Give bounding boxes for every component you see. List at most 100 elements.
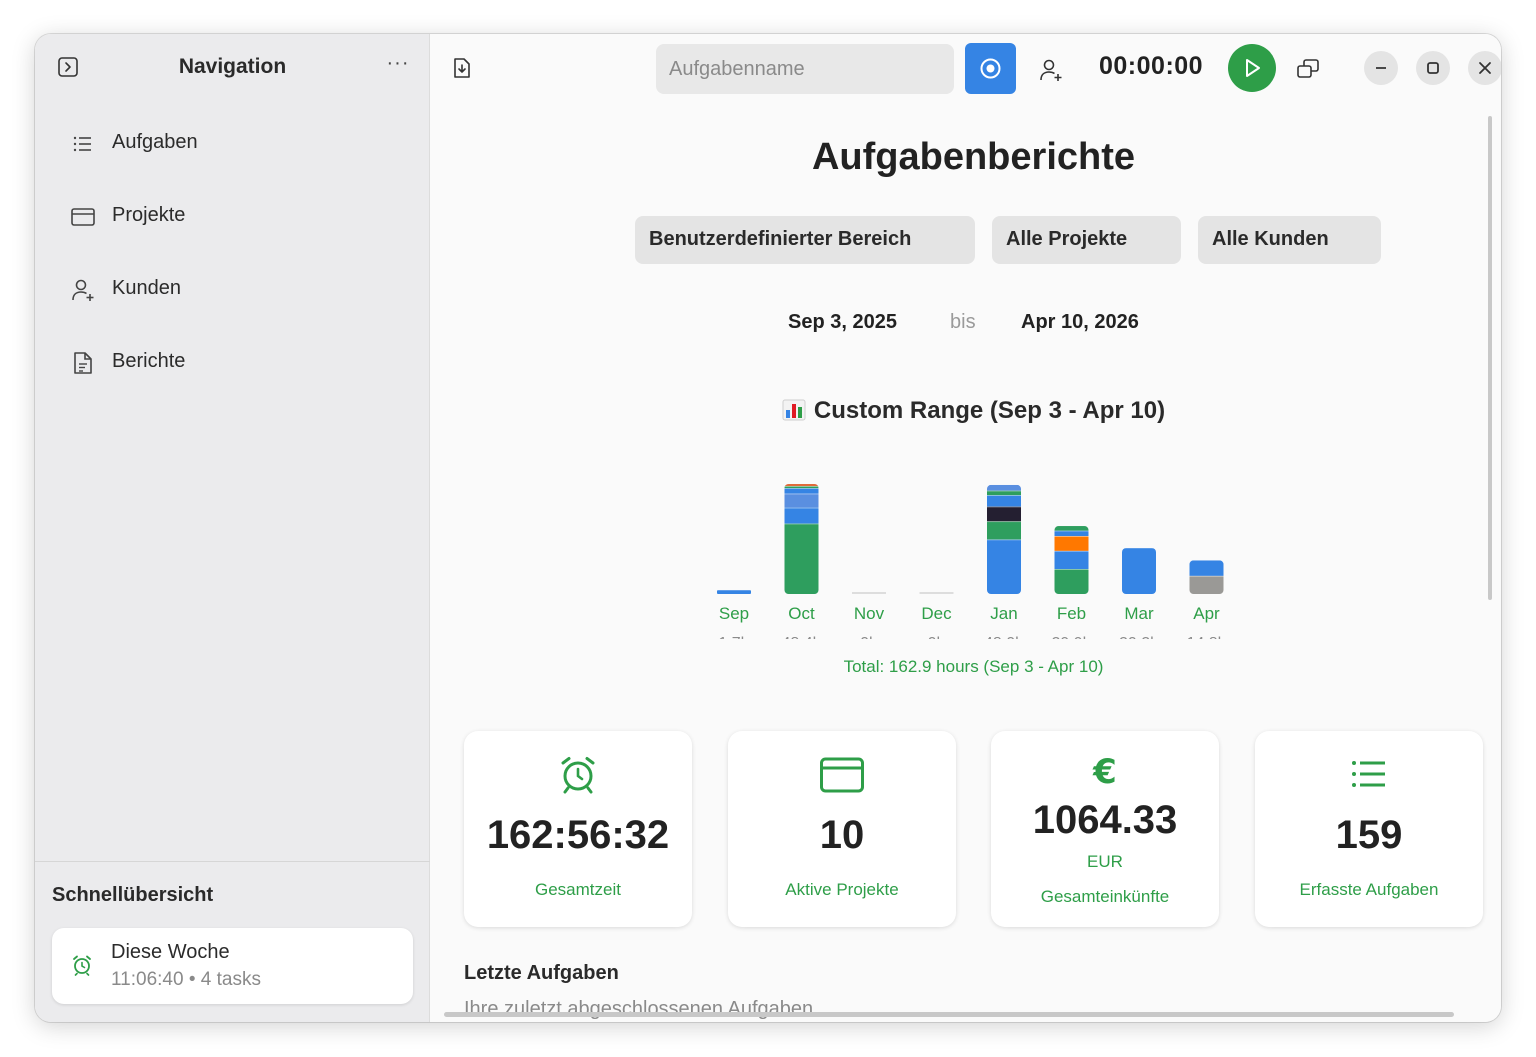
- chart-bar: [717, 590, 751, 594]
- date-from-button[interactable]: Sep 3, 2025: [788, 311, 897, 334]
- chart-category-label: Apr: [1193, 604, 1220, 623]
- chart-segment-divider: [987, 506, 1021, 508]
- monthly-hours-chart: Sep 1.7h Oct 48.4h Nov 0h Dec 0h Jan 48.0h Feb 29.9…: [717, 484, 1227, 639]
- stat-label: Gesamteinkünfte: [1040, 887, 1170, 906]
- folder-icon: [71, 208, 95, 226]
- target-icon: [980, 58, 1001, 79]
- main-area: 00:00:00 Aufgabenberichte Benutzerdefini…: [431, 34, 1501, 1022]
- minimize-icon: [1376, 67, 1386, 69]
- minimize-button[interactable]: [1364, 51, 1398, 85]
- horizontal-scrollbar[interactable]: [444, 1012, 1454, 1017]
- chart-segment-divider: [1054, 550, 1089, 552]
- chart-value-label: 20.2h: [1119, 635, 1159, 639]
- chart-category-label: Mar: [1124, 604, 1154, 623]
- chart-bar-segment: [1189, 560, 1224, 576]
- chart-category-label: Jan: [990, 604, 1017, 623]
- stat-card-total-time: 162:56:32 Gesamtzeit: [464, 731, 692, 927]
- chart-bar-segment: [784, 523, 819, 594]
- date-to-button[interactable]: Apr 10, 2026: [1021, 311, 1139, 334]
- close-icon: [1479, 62, 1491, 74]
- svg-text:€: €: [1092, 752, 1117, 791]
- chart-segment-divider: [987, 490, 1021, 492]
- this-week-label: Diese Woche: [111, 941, 230, 963]
- sidebar-item-berichte[interactable]: Berichte: [57, 337, 407, 389]
- chart-bar-segment: [987, 484, 1021, 491]
- chart-bar-segment: [987, 539, 1021, 594]
- chart-bar-segment: [717, 590, 751, 594]
- this-week-card[interactable]: Diese Woche 11:06:40 • 4 tasks: [52, 928, 413, 1004]
- chart-segment-divider: [784, 493, 819, 495]
- chart-value-label: 48.4h: [781, 635, 821, 639]
- sidebar-title: Navigation: [178, 55, 287, 78]
- chart-total: Total: 162.9 hours (Sep 3 - Apr 10): [843, 657, 1104, 676]
- chart-bar-segment: [784, 507, 819, 524]
- app-window: Navigation ··· Aufgaben Projekte Kunden …: [35, 34, 1501, 1022]
- chart-bar-segment: [784, 484, 819, 487]
- sidebar-item-projekte[interactable]: Projekte: [57, 191, 407, 243]
- chart-bar-segment: [1054, 550, 1089, 569]
- quick-overview-title: Schnellübersicht: [52, 884, 214, 906]
- chart-bar-segment: [1122, 548, 1156, 594]
- chart-segment-divider: [987, 521, 1021, 523]
- client-filter-dropdown[interactable]: Alle Kunden: [1198, 216, 1381, 264]
- this-week-summary: 11:06:40 • 4 tasks: [111, 969, 261, 990]
- stat-card-active-projects: 10 Aktive Projekte: [728, 731, 956, 927]
- sidebar-item-aufgaben[interactable]: Aufgaben: [57, 118, 407, 170]
- stat-value: 10: [819, 813, 865, 857]
- chart-bar-segment: [1054, 526, 1089, 531]
- project-filter-dropdown[interactable]: Alle Projekte: [992, 216, 1181, 264]
- chart-segment-divider: [1189, 575, 1224, 577]
- chart-segment-divider: [987, 539, 1021, 541]
- sidebar-divider: [35, 861, 430, 862]
- stat-label: Erfasste Aufgaben: [1299, 880, 1439, 899]
- chart-title: Custom Range (Sep 3 - Apr 10): [431, 397, 1501, 425]
- chart-segment-divider: [1054, 536, 1089, 537]
- sidebar-item-kunden[interactable]: Kunden: [57, 264, 407, 316]
- stat-value: 159: [1335, 813, 1403, 857]
- export-icon[interactable]: [450, 56, 474, 80]
- maximize-icon: [1427, 62, 1439, 74]
- chart-segment-divider: [784, 523, 819, 525]
- recent-tasks-title: Letzte Aufgaben: [464, 962, 619, 984]
- bar-chart-icon: [782, 399, 806, 421]
- date-separator: bis: [950, 311, 976, 333]
- stat-value: 162:56:32: [486, 813, 670, 857]
- task-picker-button[interactable]: [965, 43, 1016, 94]
- vertical-scrollbar[interactable]: [1488, 116, 1492, 600]
- list-icon: [73, 136, 91, 152]
- chart-value-label: 0h: [928, 635, 946, 639]
- maximize-button[interactable]: [1416, 51, 1450, 85]
- page-title: Aufgabenberichte: [811, 136, 1136, 178]
- chart-segment-divider: [784, 486, 819, 487]
- compact-mode-icon[interactable]: [1295, 57, 1321, 81]
- chart-bar-empty: [919, 592, 954, 594]
- start-timer-button[interactable]: [1228, 44, 1276, 92]
- chart-bar: [1189, 560, 1224, 594]
- stat-card-tracked-tasks: 159 Erfasste Aufgaben: [1255, 731, 1483, 927]
- recent-tasks-subtitle: Ihre zuletzt abgeschlossenen Aufgaben: [464, 998, 814, 1020]
- report-icon: [74, 352, 92, 374]
- chart-category-label: Oct: [788, 604, 815, 623]
- close-button[interactable]: [1468, 51, 1501, 85]
- chart-bar-segment: [1189, 575, 1224, 594]
- stat-label: Aktive Projekte: [785, 880, 899, 899]
- date-range-dropdown[interactable]: Benutzerdefinierter Bereich: [635, 216, 975, 264]
- alarm-clock-icon: [561, 757, 595, 794]
- chart-value-label: 14.8h: [1186, 635, 1226, 639]
- assign-client-icon[interactable]: [1037, 56, 1065, 84]
- chart-segment-divider: [987, 495, 1021, 496]
- stat-card-total-income: € 1064.33 EUR Gesamteinkünfte: [991, 731, 1219, 927]
- chart-segment-divider: [1054, 530, 1089, 532]
- sidebar-item-label: Aufgaben: [112, 131, 198, 153]
- more-options-icon[interactable]: ···: [385, 52, 411, 78]
- chart-bar-segment: [1054, 530, 1089, 537]
- add-person-icon: [72, 279, 94, 301]
- chart-category-label: Nov: [854, 604, 885, 623]
- chart-bar-segment: [987, 521, 1021, 540]
- task-name-input[interactable]: [656, 44, 954, 94]
- sidebar: Navigation ··· Aufgaben Projekte Kunden …: [35, 34, 430, 1022]
- chart-bar: [1122, 548, 1156, 594]
- list-icon: [1352, 761, 1385, 787]
- chart-bar: [784, 484, 819, 594]
- euro-icon: €: [1092, 752, 1117, 791]
